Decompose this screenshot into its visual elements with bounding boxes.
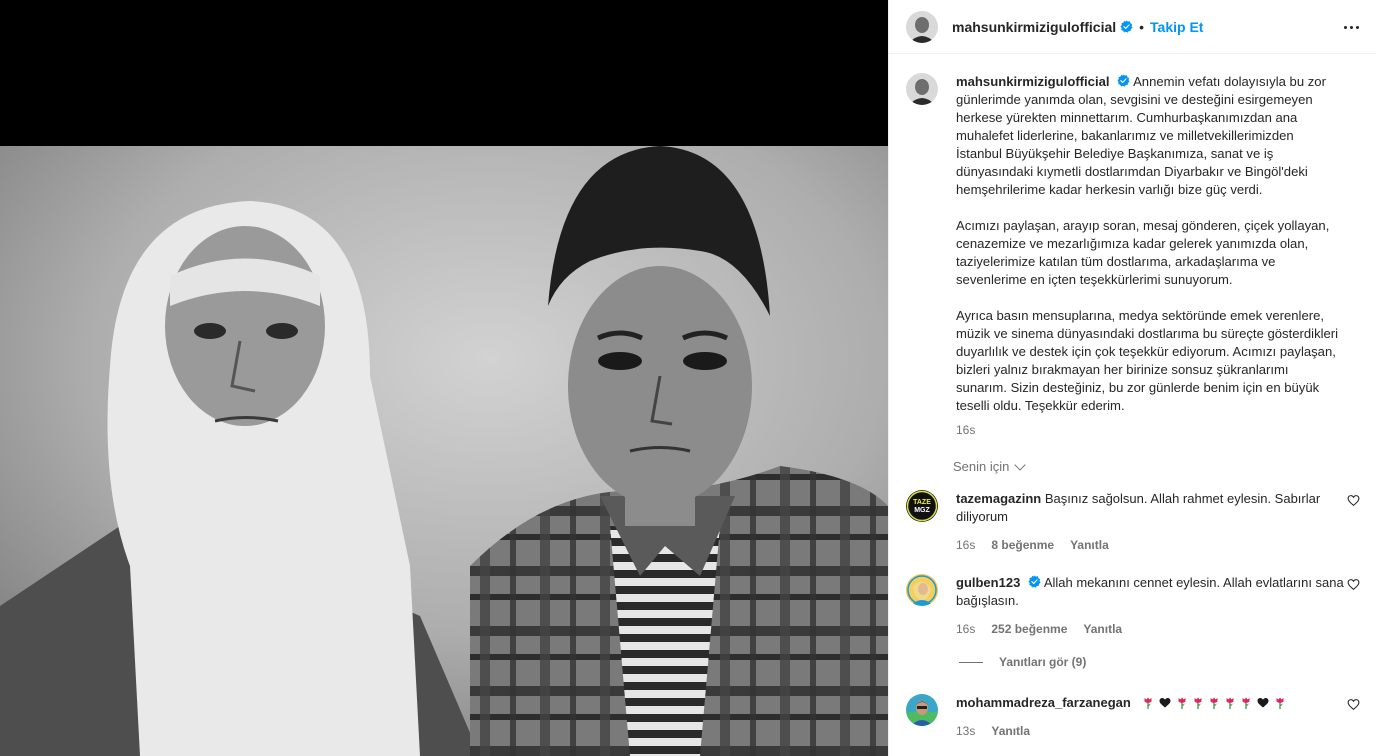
comment-time[interactable]: 16s: [956, 536, 975, 554]
verified-badge-icon: [1028, 575, 1041, 588]
reply-button[interactable]: Yanıtla: [991, 722, 1030, 740]
comment-body: mohammadreza_farzanegan 13s Yanıtla: [956, 694, 1346, 740]
comment-filter-label: Senin için: [953, 459, 1010, 474]
commenter-username[interactable]: mohammadreza_farzanegan: [956, 695, 1131, 710]
caption-timestamp[interactable]: 16s: [956, 421, 1341, 439]
caption-text-block: mahsunkirmizigulofficial Annemin vefatı …: [956, 73, 1341, 439]
post-modal: mahsunkirmizigulofficial • Takip Et mahs…: [0, 0, 1376, 756]
chevron-down-icon: [1014, 458, 1027, 471]
comment-body: gulben123 Allah mekanını cennet eylesin.…: [956, 574, 1346, 638]
rose-emoji-icon: [1178, 697, 1186, 709]
comment-time[interactable]: 16s: [956, 620, 975, 638]
heart-icon[interactable]: [1347, 698, 1360, 711]
rose-emoji-icon: [1242, 697, 1250, 709]
replies-divider-line: [959, 661, 983, 663]
post-media: [0, 0, 888, 756]
rose-emoji-icon: [1226, 697, 1234, 709]
post-side-panel: mahsunkirmizigulofficial • Takip Et mahs…: [888, 0, 1376, 756]
comment-item: mohammadreza_farzanegan 13s Yanıtla: [906, 694, 1366, 740]
rose-emoji-icon: [1210, 697, 1218, 709]
comment-time[interactable]: 13s: [956, 722, 975, 740]
rose-emoji-icon: [1276, 697, 1284, 709]
reply-button[interactable]: Yanıtla: [1083, 620, 1122, 638]
commenter-avatar[interactable]: [906, 574, 938, 606]
reply-button[interactable]: Yanıtla: [1070, 536, 1109, 554]
author-avatar[interactable]: [906, 10, 938, 43]
more-options-icon[interactable]: [1341, 17, 1361, 37]
comment-meta: 16s 252 beğenme Yanıtla: [956, 620, 1346, 638]
svg-text:MGZ: MGZ: [914, 507, 930, 514]
post-header: mahsunkirmizigulofficial • Takip Et: [889, 0, 1376, 54]
commenter-avatar[interactable]: [906, 694, 938, 726]
vintage-portrait-photo: [0, 146, 888, 756]
black-heart-emoji-icon: [1159, 698, 1171, 708]
rose-emoji-icon: [1194, 697, 1202, 709]
view-replies-label: Yanıtları gör (9): [999, 655, 1087, 669]
follow-button[interactable]: Takip Et: [1150, 19, 1203, 35]
view-replies-button[interactable]: Yanıtları gör (9): [959, 655, 1086, 669]
caption-paragraph-1: Annemin vefatı dolayısıyla bu zor günler…: [956, 74, 1326, 197]
post-caption: mahsunkirmizigulofficial Annemin vefatı …: [906, 73, 1366, 439]
heart-icon[interactable]: [1347, 494, 1360, 507]
emoji-sequence: [1140, 695, 1288, 710]
heart-icon[interactable]: [1347, 578, 1360, 591]
comment-meta: 13s Yanıtla: [956, 722, 1346, 740]
caption-paragraph-2: Acımızı paylaşan, arayıp soran, mesaj gö…: [956, 218, 1330, 287]
commenter-avatar[interactable]: TAZE MGZ: [906, 490, 938, 522]
caption-author-avatar[interactable]: [906, 73, 938, 105]
comment-likes[interactable]: 252 beğenme: [991, 620, 1067, 638]
commenter-username[interactable]: tazemagazinn: [956, 491, 1041, 506]
verified-badge-icon: [1117, 74, 1130, 87]
comment-item: gulben123 Allah mekanını cennet eylesin.…: [906, 574, 1366, 638]
svg-text:TAZE: TAZE: [913, 499, 931, 506]
verified-badge-icon: [1120, 20, 1133, 33]
caption-paragraph-3: Ayrıca basın mensuplarına, medya sektörü…: [956, 308, 1339, 413]
black-heart-emoji-icon: [1257, 698, 1269, 708]
caption-username[interactable]: mahsunkirmizigulofficial: [956, 74, 1110, 89]
comment-filter-dropdown[interactable]: Senin için: [953, 458, 1027, 474]
comment-meta: 16s 8 beğenme Yanıtla: [956, 536, 1346, 554]
comments-scroll-area[interactable]: mahsunkirmizigulofficial Annemin vefatı …: [889, 55, 1376, 756]
separator-dot: •: [1139, 18, 1145, 35]
comment-likes[interactable]: 8 beğenme: [991, 536, 1054, 554]
post-photo[interactable]: [0, 146, 888, 756]
commenter-username[interactable]: gulben123: [956, 575, 1020, 590]
author-username[interactable]: mahsunkirmizigulofficial: [952, 19, 1116, 35]
comment-item: TAZE MGZ tazemagazinn Başınız sağolsun. …: [906, 490, 1366, 554]
comment-body: tazemagazinn Başınız sağolsun. Allah rah…: [956, 490, 1346, 554]
rose-emoji-icon: [1144, 697, 1152, 709]
